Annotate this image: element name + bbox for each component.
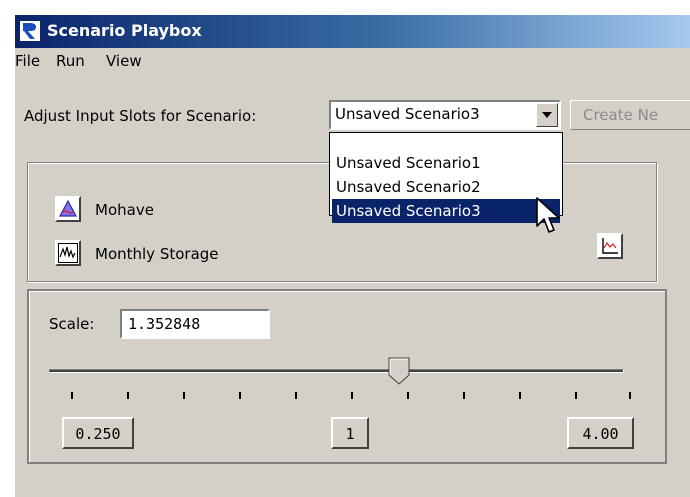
slider-tick — [575, 392, 577, 399]
dropdown-arrow-button[interactable] — [536, 103, 558, 127]
scale-slider-track[interactable] — [49, 369, 624, 373]
menu-file[interactable]: File — [15, 52, 40, 70]
mouse-pointer-icon — [536, 197, 560, 233]
series-slot-icon[interactable] — [55, 240, 81, 266]
scenario-option-2[interactable]: Unsaved Scenario2 — [332, 175, 560, 199]
object-name: Mohave — [95, 201, 154, 219]
window-title: Scenario Playbox — [47, 21, 202, 40]
menu-run[interactable]: Run — [56, 52, 85, 70]
scenario-select[interactable]: Unsaved Scenario3 — [329, 100, 561, 130]
menu-view[interactable]: View — [106, 52, 142, 70]
create-new-button[interactable]: Create Ne — [570, 100, 690, 130]
scenario-select-value: Unsaved Scenario3 — [335, 105, 480, 123]
chevron-down-icon — [542, 112, 552, 118]
slot-name: Monthly Storage — [95, 245, 219, 263]
scenario-option-1[interactable]: Unsaved Scenario1 — [332, 151, 560, 175]
slider-tick — [239, 392, 241, 399]
slider-tick — [127, 392, 129, 399]
menu-bar: File Run View — [15, 48, 690, 74]
reservoir-icon[interactable] — [55, 196, 81, 222]
slider-tick — [295, 392, 297, 399]
scenario-dropdown-list: Unsaved Scenario1 Unsaved Scenario2 Unsa… — [329, 132, 563, 223]
scenario-option-3[interactable]: Unsaved Scenario3 — [332, 199, 560, 223]
slider-tick — [351, 392, 353, 399]
slider-ticks — [0, 392, 676, 404]
plot-icon[interactable] — [597, 233, 623, 259]
slider-tick — [71, 392, 73, 399]
scale-input[interactable]: 1.352848 — [120, 309, 270, 339]
max-scale-button[interactable]: 4.00 — [567, 417, 634, 449]
scale-label: Scale: — [49, 315, 95, 333]
riverware-logo-icon — [19, 20, 41, 42]
reset-scale-button[interactable]: 1 — [331, 417, 369, 449]
slider-tick — [183, 392, 185, 399]
slider-tick — [519, 392, 521, 399]
slider-tick — [407, 392, 409, 399]
slider-tick — [629, 392, 631, 399]
slider-tick — [463, 392, 465, 399]
title-bar[interactable]: Scenario Playbox — [15, 15, 690, 48]
min-scale-button[interactable]: 0.250 — [62, 417, 134, 449]
scenario-label: Adjust Input Slots for Scenario: — [24, 107, 257, 125]
scale-slider-thumb[interactable] — [388, 357, 410, 385]
